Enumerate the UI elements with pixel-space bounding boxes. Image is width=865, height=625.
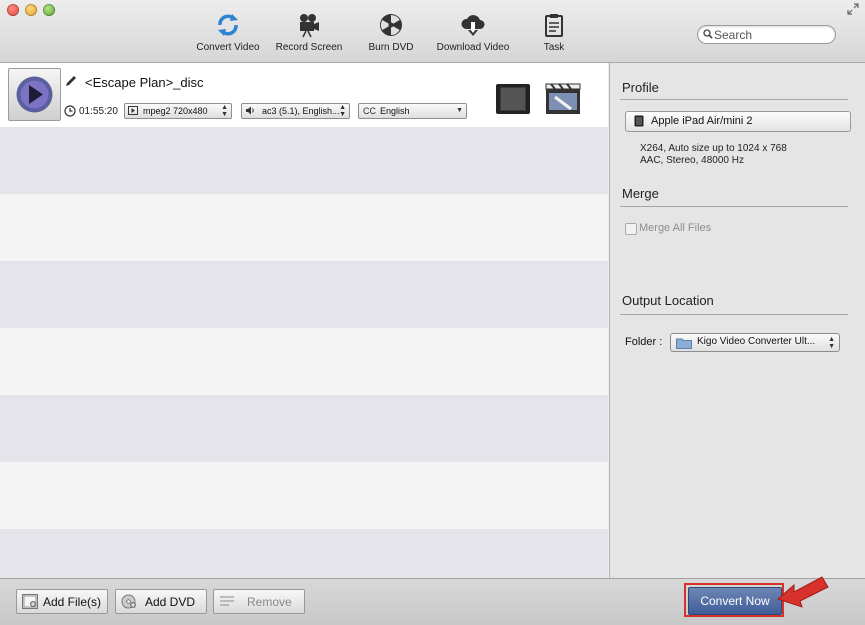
- list-stripe: [0, 328, 608, 395]
- convert-icon: [218, 14, 238, 36]
- output-heading: Output Location: [622, 293, 714, 308]
- merge-all-label: Merge All Files: [639, 222, 712, 234]
- convert-now-highlight: Convert Now: [684, 583, 784, 617]
- stepper-arrows-icon: ▲ ▼: [828, 336, 835, 350]
- burn-disc-icon: [380, 14, 402, 36]
- profile-audio-desc: AAC, Stereo, 48000 Hz: [640, 155, 744, 166]
- subtitle-select[interactable]: CC English ▼: [358, 103, 467, 119]
- divider: [620, 99, 848, 100]
- list-stripe: [0, 194, 608, 261]
- stepper-arrows-icon: ▲ ▼: [339, 104, 346, 118]
- video-track-select[interactable]: mpeg2 720x480 ▲ ▼: [124, 103, 232, 119]
- minimize-window-button[interactable]: [25, 4, 37, 16]
- record-screen-button[interactable]: Record Screen: [264, 12, 354, 53]
- settings-panel: Profile Apple iPad Air/mini 2 X264, Auto…: [609, 63, 865, 578]
- divider: [620, 314, 848, 315]
- fullscreen-icon[interactable]: [847, 3, 859, 15]
- list-stripe: [0, 462, 608, 529]
- duration: 01:55:20: [79, 106, 118, 117]
- add-dvd-icon: [121, 594, 136, 609]
- video-thumbnail[interactable]: [8, 68, 61, 121]
- ipad-device-icon[interactable]: [495, 83, 531, 115]
- stepper-arrows-icon: ▲ ▼: [221, 104, 228, 118]
- clipboard-icon: [545, 14, 563, 37]
- file-title: <Escape Plan>_disc: [85, 75, 204, 90]
- record-screen-label: Record Screen: [275, 42, 343, 53]
- profile-heading: Profile: [622, 80, 659, 95]
- video-edit-icon[interactable]: [545, 83, 581, 115]
- list-stripe: [0, 261, 608, 328]
- clock-icon: [64, 105, 76, 117]
- add-dvd-button[interactable]: Add DVD: [115, 589, 207, 614]
- convert-video-label: Convert Video: [196, 42, 260, 53]
- burn-dvd-button[interactable]: Burn DVD: [346, 12, 436, 53]
- output-folder-value: Kigo Video Converter Ult...: [697, 336, 816, 347]
- app-window: Convert Video Record Screen Burn DVD Dow…: [0, 0, 865, 625]
- search-box: [697, 25, 836, 44]
- output-folder-select[interactable]: Kigo Video Converter Ult... ▲ ▼: [670, 333, 840, 352]
- download-video-label: Download Video: [436, 42, 510, 53]
- video-track-icon: [128, 106, 138, 115]
- cloud-download-icon: [461, 15, 485, 36]
- zoom-window-button[interactable]: [43, 4, 55, 16]
- task-label: Task: [543, 42, 565, 53]
- download-video-button[interactable]: Download Video: [428, 12, 518, 53]
- search-input[interactable]: [714, 26, 829, 43]
- play-disc-icon: [16, 76, 53, 113]
- video-track-value: mpeg2 720x480: [143, 106, 208, 116]
- camera-icon: [300, 14, 319, 38]
- merge-all-checkbox[interactable]: [625, 223, 637, 235]
- file-list: <Escape Plan>_disc 01:55:20 mpeg2 720x48…: [0, 63, 608, 578]
- close-window-button[interactable]: [7, 4, 19, 16]
- profile-select-button[interactable]: Apple iPad Air/mini 2: [625, 111, 851, 132]
- ipad-small-icon: [634, 115, 644, 127]
- folder-icon: [676, 338, 692, 349]
- subtitle-value: English: [380, 106, 410, 116]
- remove-label: Remove: [247, 595, 292, 609]
- dropdown-arrow-icon: ▼: [456, 107, 463, 114]
- remove-list-icon: [220, 596, 234, 606]
- merge-heading: Merge: [622, 186, 659, 201]
- search-icon: [703, 29, 713, 39]
- burn-dvd-label: Burn DVD: [368, 42, 414, 53]
- add-dvd-label: Add DVD: [145, 595, 196, 609]
- red-arrow-annotation: [777, 576, 829, 608]
- folder-label: Folder :: [625, 336, 663, 348]
- convert-now-button[interactable]: Convert Now: [688, 587, 782, 615]
- profile-video-desc: X264, Auto size up to 1024 x 768: [640, 143, 787, 154]
- divider: [620, 206, 848, 207]
- list-stripe: [0, 395, 608, 462]
- audio-track-select[interactable]: ac3 (5.1), English... ▲ ▼: [241, 103, 350, 119]
- cc-icon: CC: [363, 106, 376, 116]
- speaker-icon: [246, 106, 254, 115]
- add-file-icon: [22, 594, 38, 609]
- list-stripe: [0, 127, 608, 194]
- convert-video-button[interactable]: Convert Video: [183, 12, 273, 53]
- list-stripe: [0, 529, 608, 578]
- profile-select-value: Apple iPad Air/mini 2: [651, 115, 753, 127]
- audio-track-value: ac3 (5.1), English...: [262, 106, 340, 116]
- add-files-label: Add File(s): [43, 595, 102, 609]
- edit-pencil-icon[interactable]: [64, 74, 78, 88]
- remove-button[interactable]: Remove: [213, 589, 305, 614]
- toolbar: Convert Video Record Screen Burn DVD Dow…: [0, 0, 865, 63]
- add-files-button[interactable]: Add File(s): [16, 589, 108, 614]
- task-button[interactable]: Task: [509, 12, 599, 53]
